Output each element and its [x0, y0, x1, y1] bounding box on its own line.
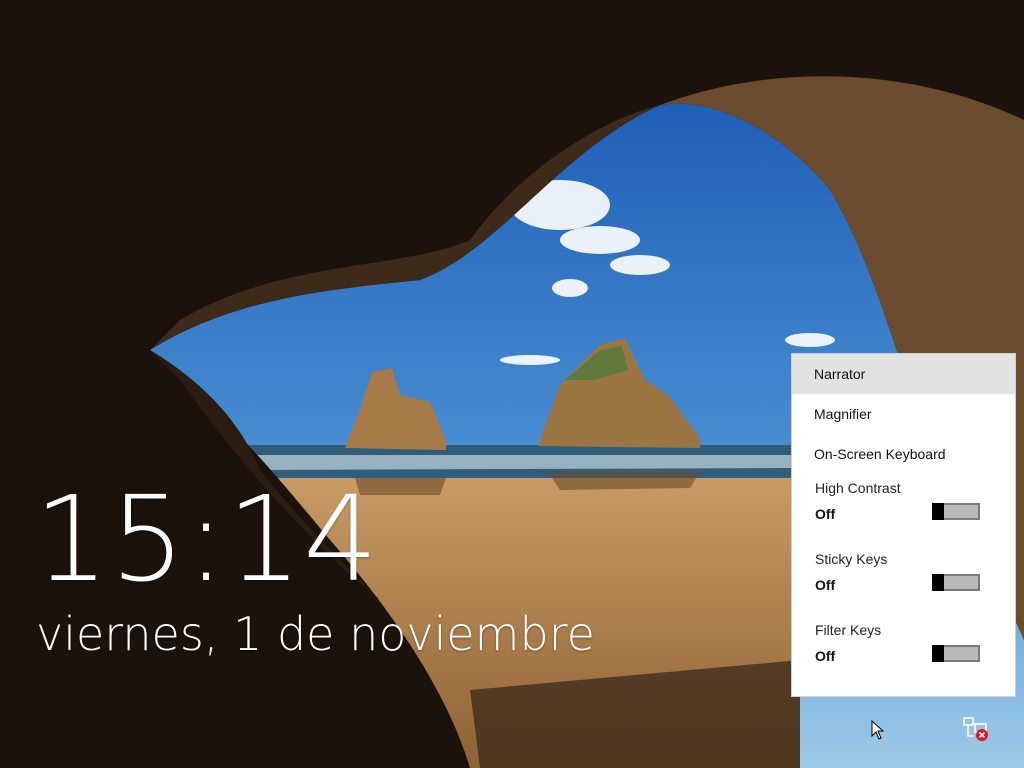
sticky-keys-toggle[interactable] — [932, 574, 980, 591]
toggle-thumb — [932, 503, 944, 520]
toggle-label-sticky-keys: Sticky Keys — [815, 551, 888, 567]
toggle-row-filter-keys: Filter Keys Off — [792, 616, 1015, 687]
toggle-state-sticky-keys: Off — [815, 577, 836, 593]
menu-item-on-screen-keyboard[interactable]: On-Screen Keyboard — [792, 434, 1015, 474]
filter-keys-toggle[interactable] — [932, 645, 980, 662]
toggle-row-sticky-keys: Sticky Keys Off — [792, 545, 1015, 616]
network-disconnected-icon[interactable] — [962, 716, 990, 742]
toggle-label-filter-keys: Filter Keys — [815, 622, 882, 638]
toggle-thumb — [932, 645, 944, 662]
lock-screen-clock: 15:14 — [34, 470, 380, 608]
toggle-state-filter-keys: Off — [815, 648, 836, 664]
high-contrast-toggle[interactable] — [932, 503, 980, 520]
ease-of-access-menu: Narrator Magnifier On-Screen Keyboard Hi… — [791, 353, 1016, 697]
toggle-label-high-contrast: High Contrast — [815, 480, 901, 496]
toggle-state-high-contrast: Off — [815, 506, 836, 522]
toggle-row-high-contrast: High Contrast Off — [792, 474, 1015, 545]
menu-item-magnifier[interactable]: Magnifier — [792, 394, 1015, 434]
toggle-thumb — [932, 574, 944, 591]
lock-screen-date: viernes, 1 de noviembre — [36, 607, 595, 661]
menu-item-narrator[interactable]: Narrator — [792, 354, 1015, 394]
mouse-pointer-icon — [871, 720, 885, 740]
